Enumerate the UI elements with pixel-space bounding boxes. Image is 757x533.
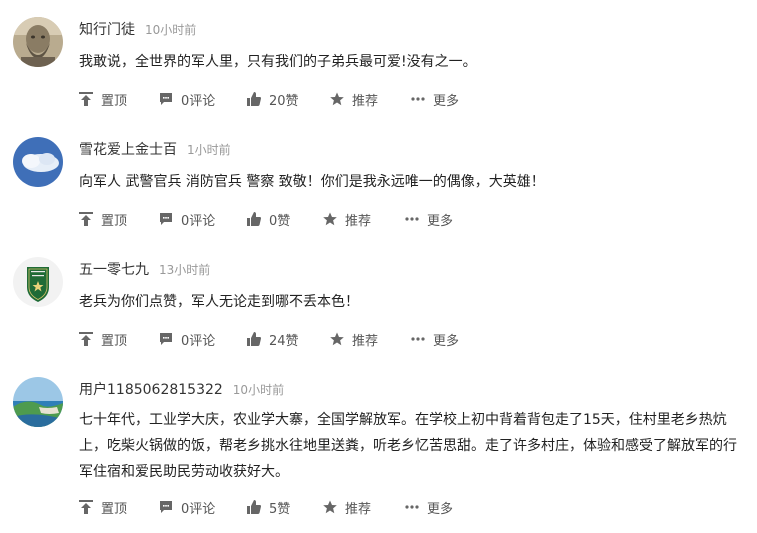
star-icon [323, 500, 337, 514]
username[interactable]: 知行门徒 [79, 22, 135, 38]
like-button[interactable]: 20赞 [247, 89, 299, 109]
comment-bubble-icon [160, 213, 172, 225]
more-dots-icon [405, 217, 419, 221]
username-row: 五一零七九 13小时前 [79, 260, 210, 280]
star-icon [323, 212, 337, 226]
pin-button[interactable]: 置顶 [79, 329, 127, 349]
comment-bubble-icon [160, 501, 172, 513]
more-dots-icon [411, 337, 425, 341]
thumbs-up-icon [247, 332, 261, 346]
like-count: 24赞 [269, 333, 299, 349]
like-button[interactable]: 0赞 [247, 209, 290, 229]
comment-item: 五一零七九 13小时前 老兵为你们点赞，军人无论走到哪不丢本色！ 置顶 0评论 2… [0, 257, 757, 357]
more-label: 更多 [433, 93, 460, 109]
comment-button[interactable]: 0评论 [159, 89, 215, 109]
comment-text: 我敢说，全世界的军人里，只有我们的子弟兵最可爱!没有之一。 [79, 54, 477, 70]
pin-button[interactable]: 置顶 [79, 497, 127, 517]
comment-button[interactable]: 0评论 [159, 329, 215, 349]
pin-button[interactable]: 置顶 [79, 209, 127, 229]
comment-text: 老兵为你们点赞，军人无论走到哪不丢本色！ [79, 294, 359, 310]
stone-statue-avatar-icon [13, 17, 63, 67]
pin-top-icon [79, 500, 93, 514]
like-count: 20赞 [269, 93, 299, 109]
like-count: 0赞 [269, 213, 291, 229]
like-button[interactable]: 24赞 [247, 329, 299, 349]
seaside-cliff-avatar-icon [13, 377, 63, 427]
comment-time: 10小时前 [145, 23, 197, 37]
comment-item: 雪花爱上金士百 1小时前 向军人 武警官兵 消防官兵 警察 致敬！你们是我永远唯一… [0, 137, 757, 237]
more-label: 更多 [427, 501, 454, 517]
recommend-label: 推荐 [352, 93, 379, 109]
recommend-label: 推荐 [352, 333, 379, 349]
comment-bubble-icon [160, 333, 172, 345]
comment-text: 向军人 武警官兵 消防官兵 警察 致敬！你们是我永远唯一的偶像，大英雄！ [79, 174, 545, 190]
recommend-button[interactable]: 推荐 [323, 497, 371, 517]
like-button[interactable]: 5赞 [247, 497, 290, 517]
pin-top-icon [79, 92, 93, 106]
pin-label: 置顶 [101, 213, 128, 229]
recommend-label: 推荐 [345, 213, 372, 229]
pin-label: 置顶 [101, 93, 128, 109]
user-avatar[interactable] [13, 137, 63, 187]
thumbs-up-icon [247, 92, 261, 106]
thumbs-up-icon [247, 212, 261, 226]
pin-top-icon [79, 212, 93, 226]
star-icon [330, 332, 344, 346]
username-row: 知行门徒 10小时前 [79, 20, 196, 40]
user-avatar[interactable] [13, 257, 63, 307]
comment-count: 0评论 [181, 93, 216, 109]
comment-count: 0评论 [181, 213, 216, 229]
username[interactable]: 雪花爱上金士百 [79, 142, 177, 158]
recommend-button[interactable]: 推荐 [323, 209, 371, 229]
pin-top-icon [79, 332, 93, 346]
comment-bubble-icon [160, 93, 172, 105]
comment-item: 用户1185062815322 10小时前 七十年代，工业学大庆，农业学大寨，全国… [0, 377, 757, 527]
username-row: 雪花爱上金士百 1小时前 [79, 140, 231, 160]
pin-label: 置顶 [101, 333, 128, 349]
comment-time: 10小时前 [232, 383, 285, 397]
comment-item: 知行门徒 10小时前 我敢说，全世界的军人里，只有我们的子弟兵最可爱!没有之一。 … [0, 17, 757, 117]
blue-sky-cloud-avatar-icon [13, 137, 63, 187]
more-dots-icon [411, 97, 425, 101]
star-icon [330, 92, 344, 106]
comment-time: 13小时前 [159, 263, 211, 277]
pin-label: 置顶 [101, 501, 128, 517]
username-row: 用户1185062815322 10小时前 [79, 380, 284, 400]
pin-button[interactable]: 置顶 [79, 89, 127, 109]
user-avatar[interactable] [13, 377, 63, 427]
comment-count: 0评论 [181, 501, 216, 517]
more-dots-icon [405, 505, 419, 509]
military-badge-avatar-icon [13, 257, 63, 307]
recommend-button[interactable]: 推荐 [330, 329, 378, 349]
user-avatar[interactable] [13, 17, 63, 67]
more-button[interactable]: 更多 [405, 209, 453, 229]
comment-time: 1小时前 [187, 143, 231, 157]
more-button[interactable]: 更多 [411, 89, 459, 109]
like-count: 5赞 [269, 501, 291, 517]
recommend-button[interactable]: 推荐 [330, 89, 378, 109]
more-button[interactable]: 更多 [405, 497, 453, 517]
more-button[interactable]: 更多 [411, 329, 459, 349]
more-label: 更多 [433, 333, 460, 349]
comment-button[interactable]: 0评论 [159, 497, 215, 517]
comment-text: 七十年代，工业学大庆，农业学大寨，全国学解放军。在学校上初中背着背包走了15天，… [79, 412, 737, 480]
comment-button[interactable]: 0评论 [159, 209, 215, 229]
more-label: 更多 [427, 213, 454, 229]
username[interactable]: 五一零七九 [79, 262, 149, 278]
recommend-label: 推荐 [345, 501, 372, 517]
username[interactable]: 用户1185062815322 [79, 382, 223, 398]
comment-count: 0评论 [181, 333, 216, 349]
thumbs-up-icon [247, 500, 261, 514]
